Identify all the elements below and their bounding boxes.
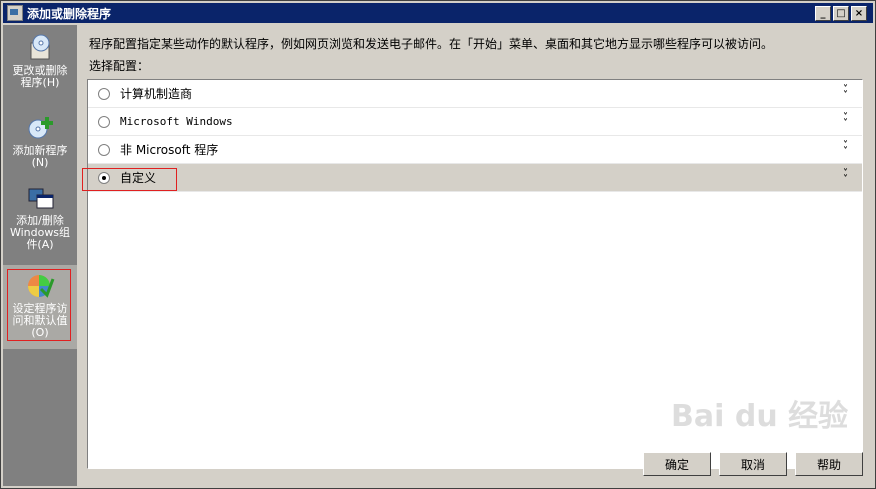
- config-row-microsoft-windows[interactable]: Microsoft Windows ˅ ˅: [88, 108, 862, 136]
- highlight-box-sidebar: [7, 269, 71, 341]
- ok-button[interactable]: 确定: [643, 452, 711, 476]
- config-label: 非 Microsoft 程序: [120, 143, 219, 157]
- sidebar-item-label: 添加/删除Windows组件(A): [9, 214, 71, 251]
- chevron-down-icon[interactable]: ˅ ˅: [843, 169, 848, 185]
- chevron-down-icon[interactable]: ˅ ˅: [843, 85, 848, 101]
- config-label: Microsoft Windows: [120, 115, 233, 128]
- windows-components-icon: [25, 183, 55, 213]
- sidebar-item-add-new[interactable]: 添加新程序(N): [3, 113, 77, 169]
- config-row-custom[interactable]: 自定义 ˅ ˅: [88, 164, 862, 192]
- chevron-down-icon[interactable]: ˅ ˅: [843, 113, 848, 129]
- config-label: 计算机制造商: [120, 87, 193, 101]
- sidebar-item-change-remove[interactable]: 更改或删除程序(H): [3, 33, 77, 89]
- cd-box-icon: [25, 33, 55, 63]
- sidebar-item-label: 添加新程序(N): [12, 144, 68, 169]
- sidebar-item-label: 更改或删除程序(H): [12, 64, 68, 89]
- minimize-button[interactable]: _: [815, 6, 831, 21]
- cancel-button[interactable]: 取消: [719, 452, 787, 476]
- config-row-non-microsoft[interactable]: 非 Microsoft 程序 ˅ ˅: [88, 136, 862, 164]
- config-row-manufacturer[interactable]: 计算机制造商 ˅ ˅: [88, 80, 862, 108]
- maximize-button[interactable]: □: [833, 6, 849, 21]
- close-button[interactable]: ×: [851, 6, 867, 21]
- radio-button[interactable]: [98, 143, 110, 156]
- radio-button[interactable]: [98, 115, 110, 128]
- sidebar-item-windows-components[interactable]: 添加/删除Windows组件(A): [3, 183, 77, 251]
- radio-button[interactable]: [98, 87, 110, 100]
- select-config-label: 选择配置：: [89, 59, 150, 73]
- description-text: 程序配置指定某些动作的默认程序，例如网页浏览和发送电子邮件。在「开始」菜单、桌面…: [89, 37, 774, 51]
- window-title: 添加或删除程序: [27, 6, 112, 21]
- highlight-box-custom: [82, 168, 177, 191]
- watermark: Bai du 经验: [671, 399, 849, 434]
- app-icon: [7, 5, 23, 21]
- title-bar[interactable]: 添加或删除程序 _ □ ×: [3, 3, 873, 23]
- add-remove-programs-window: 添加或删除程序 _ □ × 更改或删除程序(H) 添加新程序(N) 添加/删除W…: [0, 0, 876, 489]
- sidebar: 更改或删除程序(H) 添加新程序(N) 添加/删除Windows组件(A) 设定…: [3, 25, 77, 486]
- cd-add-icon: [25, 113, 55, 143]
- help-button[interactable]: 帮助: [795, 452, 863, 476]
- chevron-down-icon[interactable]: ˅ ˅: [843, 141, 848, 157]
